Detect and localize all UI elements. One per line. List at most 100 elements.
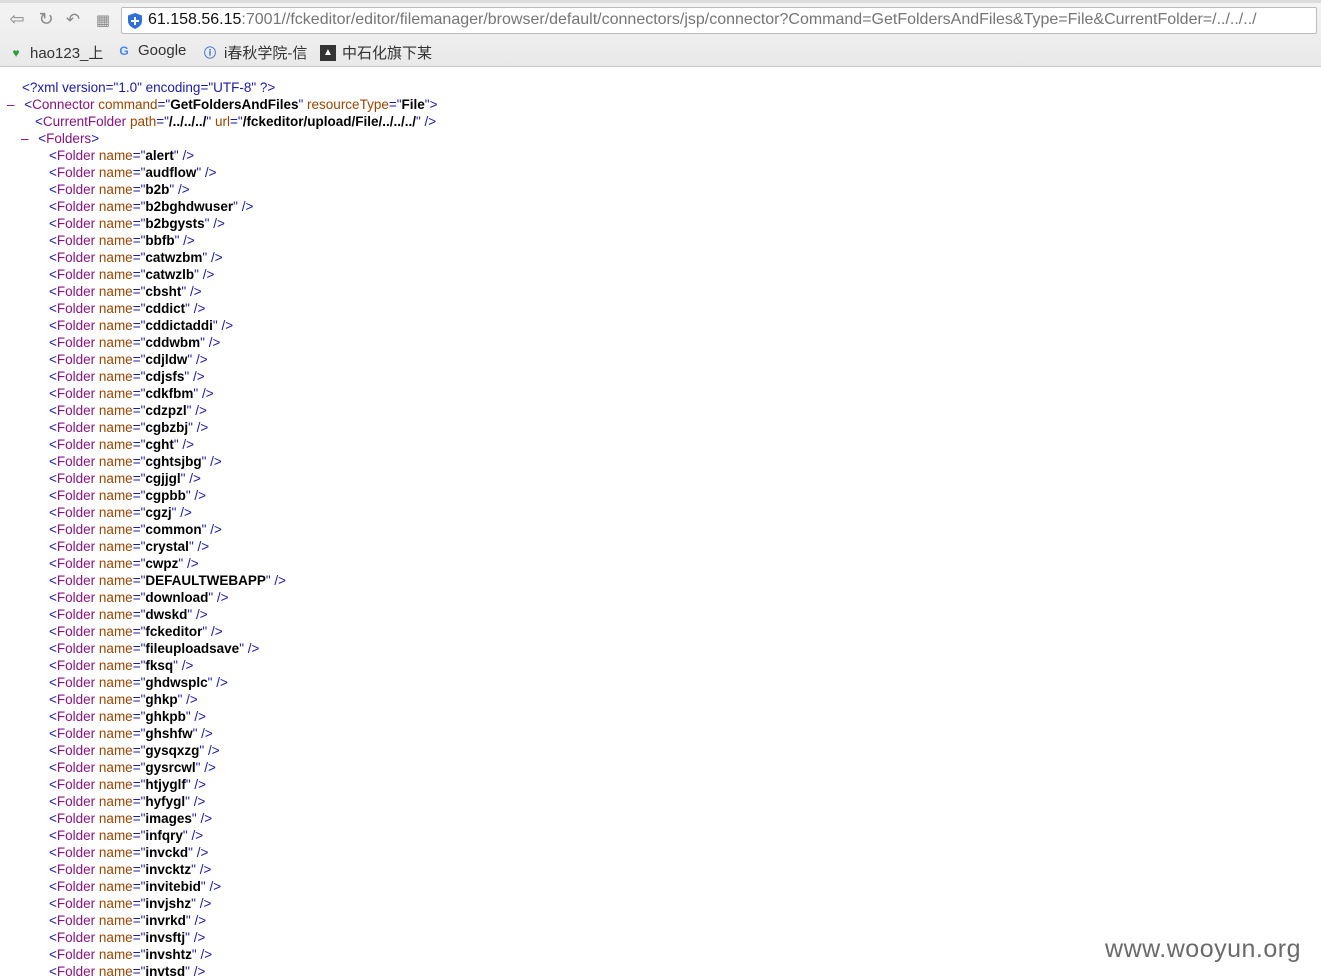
- attr-name: name: [98, 437, 133, 452]
- attr-name: name: [98, 692, 133, 707]
- folder-tag: Folder: [56, 471, 96, 486]
- folder-line: <Folder name="cddict" />: [49, 301, 206, 316]
- collapse-toggle[interactable]: –: [21, 131, 29, 146]
- folder-name-value: invshtz: [145, 947, 192, 962]
- attr-name: name: [98, 624, 133, 639]
- address-bar[interactable]: 61.158.56.15:7001//fckeditor/editor/file…: [121, 7, 1317, 34]
- attr-name: name: [98, 488, 133, 503]
- folder-line: <Folder name="cgpbb" />: [49, 488, 207, 503]
- folder-line: <Folder name="hyfygl" />: [49, 794, 206, 809]
- folder-tag: Folder: [56, 845, 96, 860]
- attr-name: path: [129, 114, 157, 129]
- bookmark-label: 中石化旗下某: [342, 45, 433, 62]
- folder-line: <Folder name="common" />: [49, 522, 222, 537]
- folder-name-value: cwpz: [145, 556, 179, 571]
- folder-line: <Folder name="images" />: [49, 811, 213, 826]
- folder-tag: Folder: [56, 743, 96, 758]
- attr-name: resourceType: [307, 97, 389, 112]
- undo-icon[interactable]: ↶: [62, 9, 84, 31]
- folder-tag: Folder: [56, 675, 96, 690]
- folder-name-value: fckeditor: [145, 624, 203, 639]
- folder-line: <Folder name="cdkfbm" />: [49, 386, 214, 401]
- attr-name: name: [98, 641, 133, 656]
- folder-name-value: catwzlb: [145, 267, 195, 282]
- attr-name: name: [98, 930, 133, 945]
- folder-name-value: ghdwsplc: [145, 675, 208, 690]
- bookmark-label: i春秋学院-信: [224, 45, 308, 62]
- folder-line: <Folder name="alert" />: [49, 148, 195, 163]
- attr-name: name: [98, 454, 133, 469]
- folder-tag: Folder: [56, 913, 96, 928]
- folder-name-value: hyfygl: [145, 794, 186, 809]
- folder-tag: Folder: [56, 488, 96, 503]
- folder-name-value: invjshz: [145, 896, 192, 911]
- bookmark-google[interactable]: G Google: [116, 42, 186, 59]
- browser-toolbar: ⇦ ↻ ↶ ▦ 61.158.56.15:7001//fckeditor/edi…: [0, 0, 1321, 67]
- watermark-text: www.wooyun.org: [1105, 935, 1301, 963]
- folder-name-value: cdjldw: [145, 352, 188, 367]
- connector-tag: Connector: [32, 97, 95, 112]
- folder-tag: Folder: [56, 556, 96, 571]
- folder-tag: Folder: [56, 352, 96, 367]
- folder-tag: Folder: [56, 250, 96, 265]
- attr-name: name: [98, 420, 133, 435]
- folder-line: <Folder name="cghtsjbg" />: [49, 454, 222, 469]
- folder-name-value: invitebid: [145, 879, 201, 894]
- bookmark-sinopec[interactable]: ▲ 中石化旗下某: [320, 42, 432, 63]
- folder-line: <Folder name="cddictaddi" />: [49, 318, 234, 333]
- folder-name-value: catwzbm: [145, 250, 203, 265]
- attr-name: name: [98, 913, 133, 928]
- folder-tag: Folder: [56, 811, 96, 826]
- attr-name: name: [98, 267, 133, 282]
- attr-name: name: [98, 505, 133, 520]
- folder-line: <Folder name="htjyglf" />: [49, 777, 207, 792]
- folder-line: <Folder name="fckeditor" />: [49, 624, 223, 639]
- attr-name: name: [98, 879, 133, 894]
- attr-name: name: [98, 896, 133, 911]
- forward-arrow-icon[interactable]: ↻: [35, 9, 57, 31]
- url-host: 61.158.56.15: [148, 11, 242, 28]
- folder-tag: Folder: [56, 624, 96, 639]
- folder-name-value: cdzpzl: [145, 403, 187, 418]
- folder-line: <Folder name="infqry" />: [49, 828, 204, 843]
- attr-name: name: [98, 233, 133, 248]
- bookmark-hao123[interactable]: ♥ hao123_上: [8, 42, 103, 63]
- folder-name-value: cddict: [145, 301, 186, 316]
- folder-line: <Folder name="gysrcwl" />: [49, 760, 216, 775]
- bookmark-ichunqiu[interactable]: ⓘ i春秋学院-信: [202, 42, 307, 63]
- bookmark-page-icon: ▲: [320, 44, 336, 61]
- folder-name-value: infqry: [145, 828, 183, 843]
- folder-name-value: gysqxzg: [145, 743, 200, 758]
- folder-name-value: dwskd: [145, 607, 188, 622]
- folder-tag: Folder: [56, 216, 96, 231]
- folder-line: <Folder name="crystal" />: [49, 539, 210, 554]
- attr-name: name: [98, 352, 133, 367]
- folder-tag: Folder: [56, 879, 96, 894]
- folder-tag: Folder: [56, 233, 96, 248]
- attr-name: name: [98, 862, 133, 877]
- folder-tag: Folder: [56, 267, 96, 282]
- attr-name: name: [98, 148, 133, 163]
- folder-tag: Folder: [56, 590, 96, 605]
- attr-name: name: [98, 199, 133, 214]
- attr-name: command: [98, 97, 158, 112]
- folder-tag: Folder: [56, 641, 96, 656]
- folder-tag: Folder: [56, 947, 96, 962]
- attr-name: name: [98, 811, 133, 826]
- collapse-toggle[interactable]: –: [7, 97, 15, 112]
- folder-line: <Folder name="invckd" />: [49, 845, 209, 860]
- folder-tag: Folder: [56, 301, 96, 316]
- folder-tag: Folder: [56, 335, 96, 350]
- folder-name-value: cgzj: [145, 505, 172, 520]
- attr-name: name: [98, 216, 133, 231]
- folder-name-value: images: [145, 811, 192, 826]
- apps-grid-icon[interactable]: ▦: [92, 9, 114, 31]
- folder-tag: Folder: [56, 318, 96, 333]
- back-arrow-icon[interactable]: ⇦: [6, 9, 28, 31]
- folder-line: <Folder name="cbsht" />: [49, 284, 202, 299]
- folder-name-value: DEFAULTWEBAPP: [145, 573, 266, 588]
- folder-line: <Folder name="b2bghdwuser" />: [49, 199, 254, 214]
- folder-tag: Folder: [56, 930, 96, 945]
- folder-tag: Folder: [56, 403, 96, 418]
- folder-line: <Folder name="catwzbm" />: [49, 250, 223, 265]
